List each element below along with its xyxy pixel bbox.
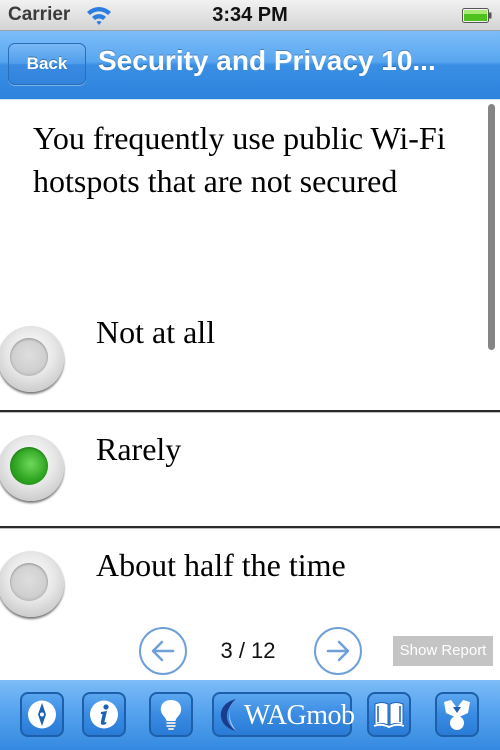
page-title: Security and Privacy 10... — [98, 45, 436, 76]
answer-option[interactable]: Not at all — [0, 300, 500, 416]
clock: 3:34 PM — [212, 4, 288, 26]
next-button[interactable] — [314, 627, 362, 675]
info-button[interactable] — [82, 692, 126, 737]
question-text: You frequently use public Wi-Fi hotspots… — [33, 120, 446, 199]
back-button[interactable]: Back — [8, 43, 86, 85]
book-icon — [373, 702, 405, 729]
tips-button[interactable] — [149, 692, 193, 737]
battery-icon — [462, 8, 492, 23]
lightbulb-icon — [160, 700, 182, 730]
wagmob-button[interactable]: WAGmob — [212, 692, 355, 737]
show-report-button[interactable]: Show Report — [393, 636, 493, 666]
bottom-toolbar: WAGmob — [0, 680, 500, 750]
status-bar: Carrier 3:34 PM — [0, 0, 500, 31]
radio-indicator — [10, 563, 48, 601]
compass-icon — [28, 700, 56, 729]
book-button[interactable] — [367, 692, 411, 737]
navigation-bar: Back Security and Privacy 10... — [0, 31, 500, 100]
wagmob-label: WAGmob — [244, 700, 355, 731]
radio-button[interactable] — [0, 326, 64, 392]
info-icon — [90, 700, 118, 729]
award-icon — [444, 700, 470, 730]
radio-button-selected[interactable] — [0, 435, 64, 501]
radio-indicator — [10, 447, 48, 485]
award-button[interactable] — [435, 692, 479, 737]
wagmob-logo-icon — [220, 699, 236, 731]
option-label: Rarely — [96, 431, 182, 467]
option-label: About half the time — [96, 547, 346, 583]
radio-button[interactable] — [0, 551, 64, 617]
option-label: Not at all — [96, 314, 216, 350]
compass-button[interactable] — [20, 692, 64, 737]
arrow-left-icon — [151, 640, 175, 662]
answer-option[interactable]: Rarely — [0, 413, 500, 529]
radio-indicator — [10, 338, 48, 376]
previous-button[interactable] — [139, 627, 187, 675]
page-counter: 3 / 12 — [220, 638, 276, 663]
arrow-right-icon — [326, 640, 350, 662]
answer-option[interactable]: About half the time — [0, 529, 500, 645]
